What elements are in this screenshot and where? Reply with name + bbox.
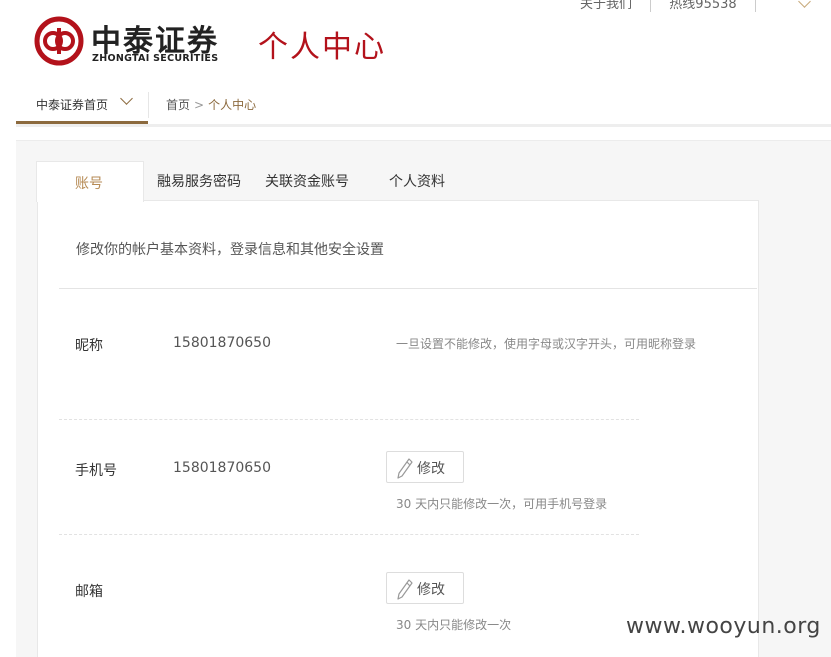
- edit-phone-button[interactable]: 修改: [386, 451, 464, 483]
- breadcrumb-current: 个人中心: [208, 98, 257, 112]
- edit-email-button[interactable]: 修改: [386, 572, 464, 604]
- logo-text-en: ZHONGTAI SECURITIES: [92, 53, 219, 64]
- divider: [59, 288, 757, 289]
- phone-value: 15801870650: [173, 460, 271, 476]
- top-links: 关于我们 热线95538: [580, 0, 811, 12]
- edit-phone-label: 修改: [417, 461, 445, 477]
- pencil-icon: [397, 458, 413, 479]
- home-nav-dropdown[interactable]: 中泰证券首页: [16, 88, 148, 124]
- breadcrumb: 首页 > 个人中心: [166, 96, 256, 113]
- nickname-hint: 一旦设置不能修改，使用字母或汉字开头，可用昵称登录: [396, 337, 697, 351]
- breadcrumb-home[interactable]: 首页: [166, 98, 190, 112]
- tab-label: 账号: [75, 176, 103, 192]
- tab-account[interactable]: 账号: [36, 161, 144, 202]
- page-title: 个人中心: [258, 30, 386, 65]
- divider: [59, 534, 639, 535]
- edit-email-label: 修改: [417, 582, 445, 598]
- divider: [650, 0, 652, 12]
- watermark: www.wooyun.org: [626, 614, 821, 639]
- company-logo[interactable]: 中泰证券 ZHONGTAI SECURITIES: [34, 16, 234, 68]
- nickname-value: 15801870650: [173, 335, 271, 351]
- about-link[interactable]: 关于我们: [580, 0, 632, 12]
- chevron-down-icon: [120, 92, 133, 105]
- home-nav-label: 中泰证券首页: [36, 98, 109, 112]
- pencil-icon: [397, 579, 413, 600]
- phone-hint: 30 天内只能修改一次，可用手机号登录: [396, 497, 608, 511]
- nickname-label: 昵称: [75, 338, 103, 354]
- chevron-down-icon[interactable]: [798, 0, 811, 8]
- breadcrumb-separator: >: [194, 98, 205, 112]
- tab-service-password[interactable]: 融易服务密码: [157, 171, 241, 191]
- hotline-text: 热线95538: [669, 0, 737, 12]
- tab-personal-info[interactable]: 个人资料: [389, 171, 445, 191]
- logo-mark-icon: [34, 16, 84, 66]
- divider: [754, 0, 756, 12]
- divider: [148, 92, 149, 118]
- email-hint: 30 天内只能修改一次: [396, 618, 512, 632]
- email-label: 邮箱: [75, 584, 103, 600]
- tab-linked-fund-account[interactable]: 关联资金账号: [265, 171, 349, 191]
- divider: [59, 419, 639, 420]
- nav-bar: 中泰证券首页 首页 > 个人中心: [16, 88, 831, 127]
- panel-intro: 修改你的帐户基本资料，登录信息和其他安全设置: [76, 242, 384, 258]
- phone-label: 手机号: [75, 463, 117, 479]
